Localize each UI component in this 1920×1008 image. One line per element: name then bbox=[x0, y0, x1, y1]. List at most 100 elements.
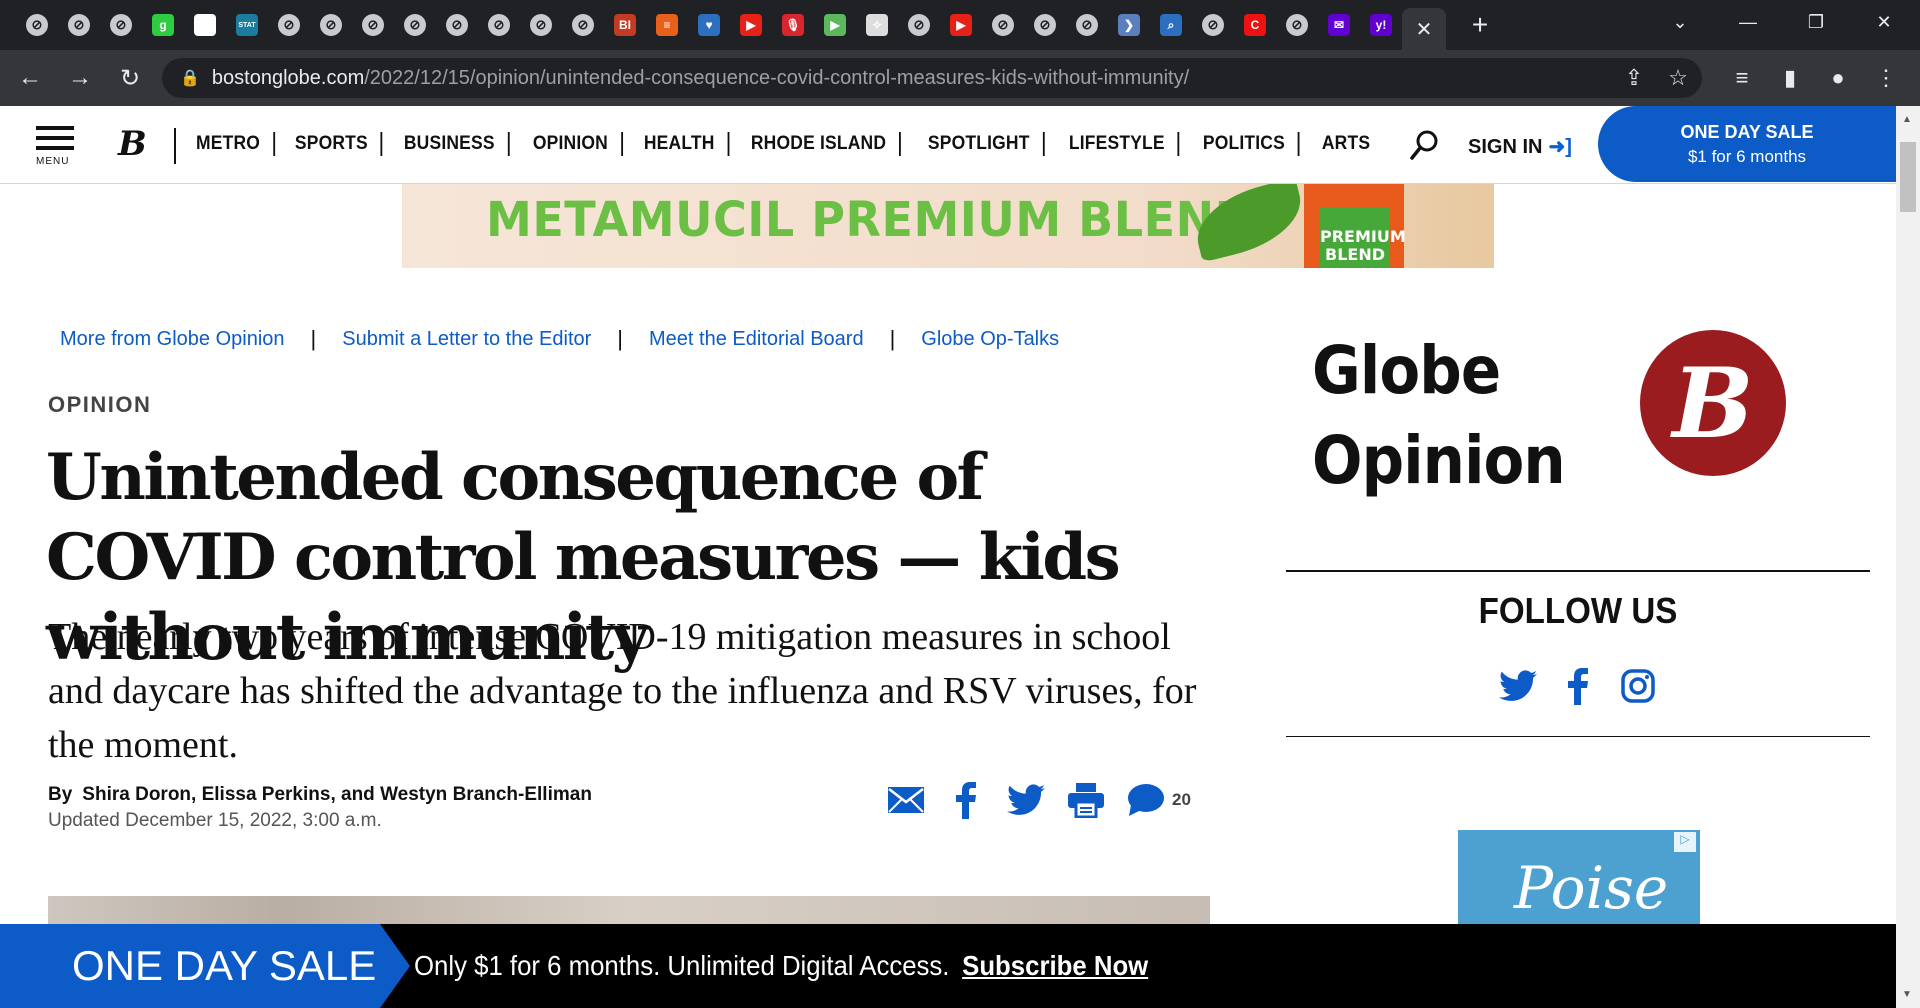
page-scrollbar[interactable]: ▲ ▼ bbox=[1896, 106, 1920, 1008]
restore-icon[interactable]: ❐ bbox=[1786, 0, 1846, 44]
tab-globe-icon[interactable]: ⊘ bbox=[352, 7, 394, 43]
tab-globe-icon[interactable]: ⊘ bbox=[394, 7, 436, 43]
minimize-icon[interactable]: — bbox=[1718, 0, 1778, 44]
forward-icon[interactable]: → bbox=[60, 58, 100, 98]
tab-BI-icon[interactable]: BI bbox=[604, 7, 646, 43]
globe-favicon: ⊘ bbox=[1202, 14, 1224, 36]
globe-opinion-logo: B bbox=[1640, 330, 1786, 476]
tab-globe-icon[interactable]: ⊘ bbox=[1066, 7, 1108, 43]
nav-arts[interactable]: ARTS bbox=[1309, 132, 1383, 156]
globe-logo[interactable]: B bbox=[118, 124, 147, 164]
url-path: /2022/12/15/opinion/unintended-consequen… bbox=[364, 66, 1190, 89]
share-icon[interactable]: ⇪ bbox=[1614, 58, 1654, 98]
bookmark-star-icon[interactable]: ☆ bbox=[1658, 58, 1698, 98]
tab-globe-icon[interactable]: ⊘ bbox=[478, 7, 520, 43]
tab-puzzle-icon[interactable]: ✧ bbox=[856, 7, 898, 43]
tab-play-icon[interactable]: ▶ bbox=[814, 7, 856, 43]
tab-white-square-icon[interactable] bbox=[184, 7, 226, 43]
tab-globe-icon[interactable]: ⊘ bbox=[520, 7, 562, 43]
twitter-follow-icon[interactable] bbox=[1496, 664, 1540, 708]
ad-banner[interactable]: METAMUCIL PREMIUM BLEND PREMIUM BLEND bbox=[402, 184, 1494, 268]
globe-favicon: ⊘ bbox=[488, 14, 510, 36]
nav-business[interactable]: BUSINESS bbox=[391, 132, 510, 156]
more-menu-icon[interactable]: ⋮ bbox=[1866, 58, 1906, 98]
sidebar-divider bbox=[1286, 570, 1870, 572]
tab-globe-icon[interactable]: ⊘ bbox=[562, 7, 604, 43]
article-kicker[interactable]: OPINION bbox=[48, 392, 151, 418]
adchoices-icon[interactable]: ▷ bbox=[1674, 832, 1696, 852]
tab-globe-icon[interactable]: ⊘ bbox=[982, 7, 1024, 43]
opinion-links: More from Globe Opinion | Submit a Letter … bbox=[60, 326, 1059, 352]
one-day-sale-button[interactable]: ONE DAY SALE $1 for 6 months bbox=[1598, 106, 1896, 182]
profile-icon[interactable]: ● bbox=[1818, 58, 1858, 98]
scroll-up-icon[interactable]: ▲ bbox=[1902, 114, 1912, 125]
tab-red-c-icon[interactable]: C bbox=[1234, 7, 1276, 43]
close-tab-icon[interactable]: ✕ bbox=[1416, 17, 1433, 42]
comment-count[interactable]: 20 bbox=[1172, 790, 1191, 810]
tab-globe-icon[interactable]: ⊘ bbox=[268, 7, 310, 43]
facebook-follow-icon[interactable] bbox=[1556, 664, 1600, 708]
sidebar-ad-word: Poise bbox=[1514, 854, 1669, 922]
tab-g-icon[interactable]: g bbox=[142, 7, 184, 43]
side-panel-icon[interactable]: ▮ bbox=[1770, 58, 1810, 98]
tab-globe-icon[interactable]: ⊘ bbox=[898, 7, 940, 43]
tab-globe-icon[interactable]: ⊘ bbox=[100, 7, 142, 43]
scroll-thumb[interactable] bbox=[1900, 142, 1916, 212]
back-icon[interactable]: ← bbox=[10, 58, 50, 98]
comment-icon[interactable] bbox=[1126, 780, 1166, 820]
nav-lifestyle[interactable]: LIFESTYLE bbox=[1056, 132, 1180, 156]
byline-authors[interactable]: Shira Doron, Elissa Perkins, and Westyn … bbox=[82, 784, 592, 805]
facebook-icon[interactable] bbox=[946, 780, 986, 820]
opinion-link-3[interactable]: Globe Op-Talks bbox=[921, 328, 1059, 351]
nav-politics[interactable]: POLITICS bbox=[1190, 132, 1300, 156]
tab-stat-icon[interactable]: STAT bbox=[226, 7, 268, 43]
subscribe-now-link[interactable]: Subscribe Now bbox=[962, 950, 1148, 981]
search-icon[interactable] bbox=[1408, 128, 1442, 162]
twitter-icon[interactable] bbox=[1006, 780, 1046, 820]
tab-globe-icon[interactable]: ⊘ bbox=[1192, 7, 1234, 43]
opinion-link-1[interactable]: Submit a Letter to the Editor bbox=[342, 328, 591, 351]
sidebar-ad[interactable]: Poise ▷ bbox=[1458, 830, 1700, 930]
address-bar[interactable]: 🔒 bostonglobe.com/2022/12/15/opinion/uni… bbox=[162, 58, 1702, 98]
BI-favicon: BI bbox=[614, 14, 636, 36]
tab-bars-icon[interactable]: ≡ bbox=[646, 7, 688, 43]
reading-list-icon[interactable]: ≡ bbox=[1722, 58, 1762, 98]
tab-globe-icon[interactable]: ⊘ bbox=[58, 7, 100, 43]
tab-globe-icon[interactable]: ⊘ bbox=[16, 7, 58, 43]
sign-in-icon: ➜] bbox=[1548, 136, 1572, 158]
email-icon[interactable] bbox=[886, 780, 926, 820]
tab-youtube-icon[interactable]: ▶ bbox=[940, 7, 982, 43]
reload-icon[interactable]: ↻ bbox=[110, 58, 150, 98]
print-icon[interactable] bbox=[1066, 780, 1106, 820]
tab-search-icon[interactable]: ⌄ bbox=[1650, 0, 1710, 44]
nav-sports[interactable]: SPORTS bbox=[282, 132, 383, 156]
instagram-follow-icon[interactable] bbox=[1616, 664, 1660, 708]
nav-rhode-island[interactable]: RHODE ISLAND bbox=[738, 132, 902, 156]
new-tab-button[interactable]: + bbox=[1458, 7, 1502, 43]
tab-globe-icon[interactable]: ⊘ bbox=[1276, 7, 1318, 43]
tab-chevron-icon[interactable]: ❯ bbox=[1108, 7, 1150, 43]
nav-opinion[interactable]: OPINION bbox=[520, 132, 623, 156]
tab-shield-icon[interactable]: ♥ bbox=[688, 7, 730, 43]
active-tab[interactable]: ✕ bbox=[1402, 8, 1446, 50]
sale-tag[interactable]: ONE DAY SALE bbox=[0, 924, 410, 1008]
chevron-favicon: ❯ bbox=[1118, 14, 1140, 36]
tab-youtube-icon[interactable]: ▶ bbox=[730, 7, 772, 43]
menu-button[interactable]: MENU bbox=[36, 126, 76, 168]
tab-globe-icon[interactable]: ⊘ bbox=[310, 7, 352, 43]
scroll-down-icon[interactable]: ▼ bbox=[1902, 989, 1912, 1000]
sign-in-label: SIGN IN bbox=[1468, 136, 1543, 158]
opinion-link-0[interactable]: More from Globe Opinion bbox=[60, 328, 285, 351]
tab-globe-icon[interactable]: ⊘ bbox=[1024, 7, 1066, 43]
tab-search-icon[interactable]: ⌕ bbox=[1150, 7, 1192, 43]
nav-spotlight[interactable]: SPOTLIGHT bbox=[915, 132, 1045, 156]
tab-mail-icon[interactable]: ✉ bbox=[1318, 7, 1360, 43]
tab-podcast-icon[interactable]: 🎙 bbox=[772, 7, 814, 43]
tab-globe-icon[interactable]: ⊘ bbox=[436, 7, 478, 43]
opinion-link-2[interactable]: Meet the Editorial Board bbox=[649, 328, 864, 351]
nav-metro[interactable]: METRO bbox=[196, 132, 275, 156]
close-window-icon[interactable]: ✕ bbox=[1854, 0, 1914, 44]
nav-health[interactable]: HEALTH bbox=[631, 132, 730, 156]
sign-in-link[interactable]: SIGN IN ➜] bbox=[1468, 134, 1572, 159]
tab-y!-icon[interactable]: y! bbox=[1360, 7, 1402, 43]
